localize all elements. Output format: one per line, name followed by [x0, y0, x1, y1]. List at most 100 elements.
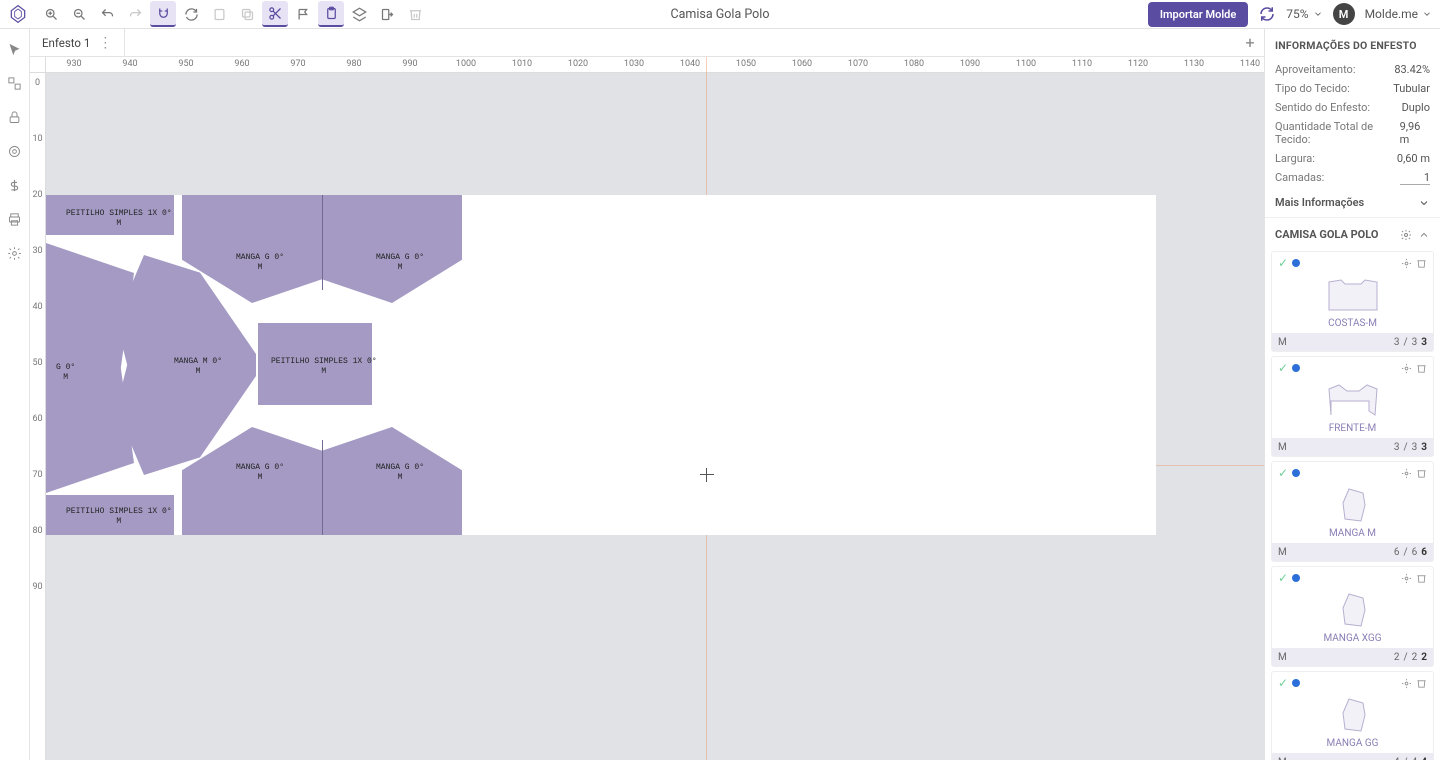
info-key: Quantidade Total de Tecido: [1275, 120, 1400, 146]
part-count-a: 2 [1394, 652, 1400, 663]
part-count-b: 4 [1412, 757, 1418, 760]
add-tab-button[interactable]: + [1236, 29, 1264, 56]
part-size: M [1278, 652, 1287, 663]
part-gear-icon[interactable] [1401, 258, 1412, 269]
gear-icon[interactable] [5, 243, 25, 263]
info-value: Tubular [1393, 82, 1430, 95]
tab-menu-icon[interactable]: ⋮ [98, 35, 112, 51]
clipboard-icon[interactable] [318, 1, 344, 27]
color-dot [1292, 469, 1300, 477]
part-gear-icon[interactable] [1401, 678, 1412, 689]
ruler-tick: 70 [30, 470, 45, 480]
info-row: Aproveitamento:83.42% [1265, 60, 1440, 79]
import-button[interactable]: Importar Molde [1148, 2, 1248, 27]
lock-icon[interactable] [5, 107, 25, 127]
chevron-down-icon [1418, 197, 1430, 209]
undo-icon[interactable] [94, 1, 120, 27]
tab-enfesto-1[interactable]: Enfesto 1 ⋮ [30, 29, 125, 56]
part-count-b: 3 [1412, 337, 1418, 348]
piece-label: PEITILHO SIMPLES 1X 0° M [271, 357, 377, 376]
dollar-icon[interactable] [5, 175, 25, 195]
sync-icon[interactable] [1258, 5, 1276, 23]
check-icon[interactable]: ✓ [1278, 361, 1288, 375]
part-count-a: 3 [1394, 442, 1400, 453]
part-gear-icon[interactable] [1401, 363, 1412, 374]
info-row: Tipo do Tecido: Tubular [1265, 79, 1440, 98]
ruler-tick: 30 [30, 246, 45, 256]
target-icon[interactable] [5, 141, 25, 161]
info-key: Tipo do Tecido: [1275, 82, 1350, 95]
scissors-icon[interactable] [262, 1, 288, 27]
refresh-icon[interactable] [178, 1, 204, 27]
part-size: M [1278, 337, 1287, 348]
ruler-tick: 940 [122, 59, 137, 69]
part-card[interactable]: ✓ MANGA GG M 4 / 4 4 [1271, 671, 1434, 760]
part-footer: M 3 / 3 3 [1272, 438, 1433, 456]
ruler-tick: 980 [346, 59, 361, 69]
part-count-a: 6 [1394, 547, 1400, 558]
check-icon[interactable]: ✓ [1278, 256, 1288, 270]
export-icon[interactable] [374, 1, 400, 27]
note-icon[interactable] [206, 1, 232, 27]
part-gear-icon[interactable] [1401, 468, 1412, 479]
info-key: Largura: [1275, 152, 1315, 165]
ruler-tick: 1070 [848, 59, 868, 69]
right-panel: INFORMAÇÕES DO ENFESTO Aproveitamento:83… [1264, 29, 1440, 760]
zoom-select[interactable]: 75% [1286, 7, 1322, 21]
part-footer: M 2 / 2 2 [1272, 648, 1433, 666]
part-trash-icon[interactable] [1416, 258, 1427, 269]
ruler-tick: 1040 [680, 59, 700, 69]
ruler-tick: 1100 [1016, 59, 1036, 69]
piece-divider [322, 440, 323, 535]
part-card[interactable]: ✓ MANGA XGG M 2 / 2 2 [1271, 566, 1434, 667]
part-count-c: 3 [1421, 442, 1427, 453]
zoom-value: 75% [1286, 7, 1308, 21]
part-card[interactable]: ✓ COSTAS-M M 3 / 3 3 [1271, 251, 1434, 352]
canvas[interactable]: 9309409509609709809901000101010201030104… [30, 57, 1264, 760]
section-title: CAMISA GOLA POLO [1275, 228, 1378, 241]
magnet-icon[interactable] [150, 1, 176, 27]
trash-icon[interactable] [402, 1, 428, 27]
more-info-toggle[interactable]: Mais Informações [1265, 188, 1440, 218]
part-gear-icon[interactable] [1401, 573, 1412, 584]
redo-icon[interactable] [122, 1, 148, 27]
ruler-tick: 1010 [512, 59, 532, 69]
part-trash-icon[interactable] [1416, 678, 1427, 689]
ruler-tick: 1060 [792, 59, 812, 69]
ruler-tick: 90 [30, 582, 45, 592]
piece-divider [322, 195, 323, 290]
fabric-area: PEITILHO SIMPLES 1X 0° M MANGA G 0° M MA… [46, 195, 1156, 535]
section-collapse-icon[interactable] [1418, 229, 1430, 241]
check-icon[interactable]: ✓ [1278, 571, 1288, 585]
ruler-tick: 40 [30, 302, 45, 312]
part-count-b: 6 [1412, 547, 1418, 558]
check-icon[interactable]: ✓ [1278, 676, 1288, 690]
part-card[interactable]: ✓ FRENTE-M M 3 / 3 3 [1271, 356, 1434, 457]
zoom-in-icon[interactable] [38, 1, 64, 27]
layers-icon[interactable] [346, 1, 372, 27]
part-count-c: 3 [1421, 337, 1427, 348]
user-menu[interactable]: Molde.me [1365, 7, 1432, 21]
vertical-ruler: 0102030405060708090 [30, 73, 46, 760]
color-dot [1292, 364, 1300, 372]
part-count-b: 2 [1412, 652, 1418, 663]
part-name: COSTAS-M [1272, 316, 1433, 333]
avatar[interactable]: M [1333, 3, 1355, 25]
part-trash-icon[interactable] [1416, 573, 1427, 584]
cursor-icon[interactable] [5, 39, 25, 59]
flag-icon[interactable] [290, 1, 316, 27]
print-icon[interactable] [5, 209, 25, 229]
check-icon[interactable]: ✓ [1278, 466, 1288, 480]
part-trash-icon[interactable] [1416, 363, 1427, 374]
chevron-down-icon [1422, 9, 1432, 19]
ruler-tick: 50 [30, 358, 45, 368]
info-value: Duplo [1402, 101, 1430, 114]
part-trash-icon[interactable] [1416, 468, 1427, 479]
copy-icon[interactable] [234, 1, 260, 27]
part-card[interactable]: ✓ MANGA M M 6 / 6 6 [1271, 461, 1434, 562]
ruler-tick: 1030 [624, 59, 644, 69]
shapes-icon[interactable] [5, 73, 25, 93]
zoom-out-icon[interactable] [66, 1, 92, 27]
section-gear-icon[interactable] [1400, 229, 1412, 241]
tool-group [38, 1, 428, 27]
